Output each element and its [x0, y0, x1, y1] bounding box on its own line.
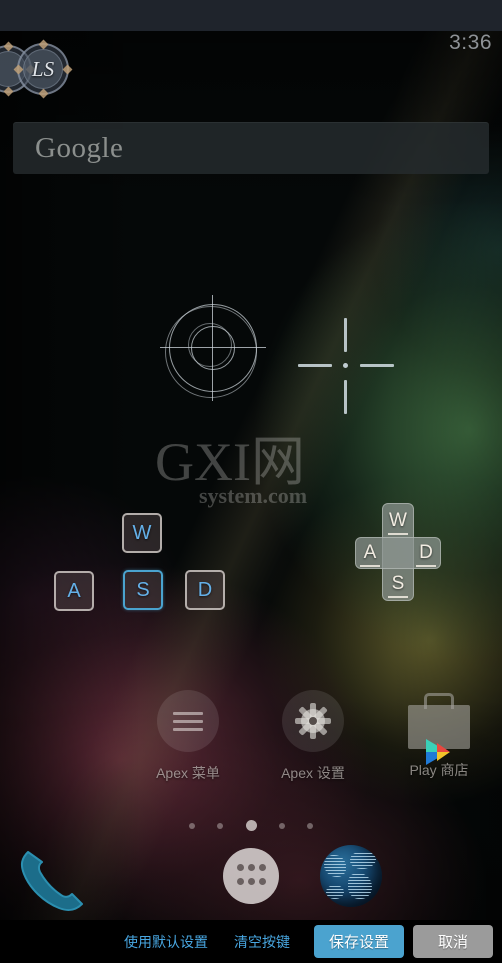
- app-apex-menu-label: Apex 菜单: [156, 765, 220, 781]
- key-chip-w-label: W: [132, 521, 152, 544]
- dpad-down-underline: [388, 596, 408, 598]
- left-stick-overlay[interactable]: LS: [13, 39, 73, 99]
- crosshair-reticle-overlay[interactable]: [296, 316, 396, 416]
- use-default-settings-button[interactable]: 使用默认设置: [116, 926, 216, 958]
- dpad-up-label: W: [389, 510, 407, 531]
- key-mapping-action-bar: 使用默认设置 清空按键 保存设置 取消: [0, 920, 502, 963]
- cancel-button[interactable]: 取消: [413, 925, 493, 958]
- dpad-right-label: D: [419, 542, 433, 563]
- crosshair-bar-up-icon: [344, 318, 347, 352]
- target-crosshair-horizontal-icon: [160, 347, 266, 348]
- dpad-left-label: A: [363, 542, 377, 563]
- home-screen-apps: Apex 菜单 Apex 设置 Play 商店: [0, 690, 502, 790]
- page-dot[interactable]: [307, 822, 314, 829]
- target-crosshair-vertical-icon: [212, 295, 213, 401]
- page-dot[interactable]: [217, 822, 224, 829]
- key-chip-s-label: S: [136, 578, 150, 601]
- dpad-overlay[interactable]: W A D S: [355, 503, 441, 601]
- save-settings-button[interactable]: 保存设置: [314, 925, 404, 958]
- clear-keys-button[interactable]: 清空按键: [226, 926, 298, 958]
- crosshair-bar-right-icon: [360, 364, 394, 367]
- crosshair-center-dot-icon: [343, 363, 348, 368]
- dpad-left-underline: [360, 565, 380, 567]
- app-apex-settings-label: Apex 设置: [281, 765, 345, 781]
- crosshair-bar-down-icon: [344, 380, 347, 414]
- key-chip-w[interactable]: W: [122, 513, 162, 553]
- target-inner-ring-icon: [191, 326, 235, 370]
- phone-icon[interactable]: [14, 844, 92, 916]
- play-store-icon: [408, 693, 470, 765]
- app-play-store[interactable]: Play 商店: [384, 690, 494, 780]
- dpad-down-label: S: [391, 573, 405, 594]
- left-stick-label: LS: [31, 56, 55, 81]
- google-search-widget[interactable]: Google: [13, 122, 489, 174]
- key-chip-a[interactable]: A: [54, 571, 94, 611]
- menu-icon: [157, 690, 219, 752]
- key-chip-s[interactable]: S: [123, 570, 163, 610]
- dpad-up-underline: [388, 533, 408, 535]
- status-bar-clock: 3:36: [449, 31, 492, 54]
- page-dot[interactable]: [278, 822, 285, 829]
- target-reticle-overlay[interactable]: [160, 295, 266, 401]
- page-dot[interactable]: [188, 822, 195, 829]
- app-drawer-icon[interactable]: [223, 848, 279, 904]
- gear-icon: [282, 690, 344, 752]
- status-bar: [0, 0, 502, 31]
- key-chip-d[interactable]: D: [185, 570, 225, 610]
- browser-globe-icon[interactable]: [320, 845, 382, 907]
- google-logo-text: Google: [35, 131, 124, 164]
- phone-screen: 3:36 LS Google GXI网 system.com W A S D W…: [0, 0, 502, 963]
- crosshair-bar-left-icon: [298, 364, 332, 367]
- app-apex-settings[interactable]: Apex 设置: [258, 690, 368, 783]
- key-chip-d-label: D: [197, 578, 213, 601]
- dpad-right-underline: [416, 565, 436, 567]
- left-stick-inner: LS: [23, 49, 63, 89]
- key-chip-a-label: A: [67, 579, 81, 602]
- page-indicator: [0, 817, 502, 835]
- app-apex-menu[interactable]: Apex 菜单: [133, 690, 243, 783]
- page-dot-active[interactable]: [245, 820, 257, 832]
